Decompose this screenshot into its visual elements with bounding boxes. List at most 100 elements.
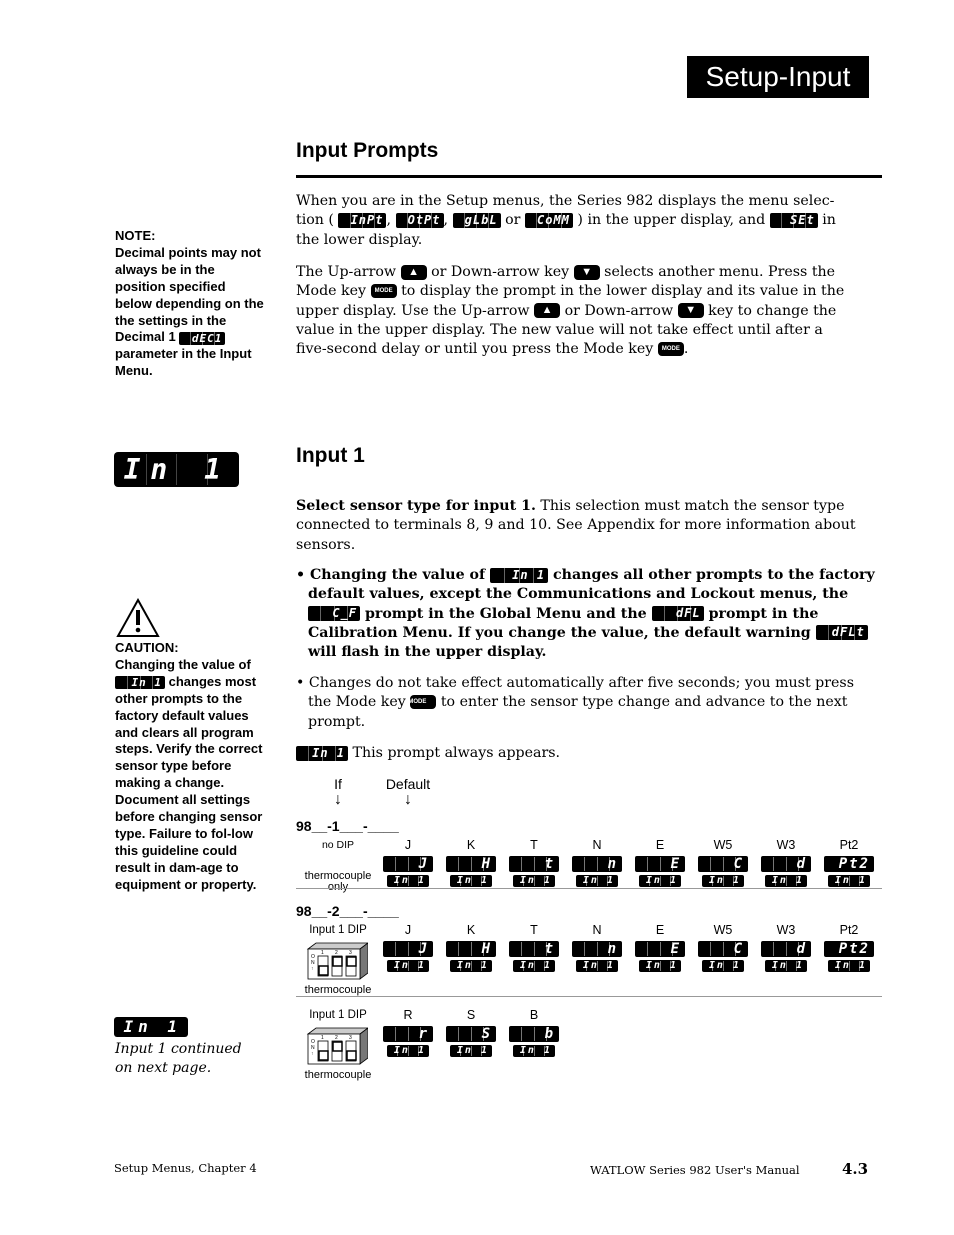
text: or Down-arrow xyxy=(564,302,674,319)
lower-display: In 1 xyxy=(576,875,618,887)
footer-manual-title: WATLOW Series 982 User's Manual xyxy=(590,1163,800,1177)
text: When you are in the Setup menus, the Ser… xyxy=(296,193,835,209)
bullet-default-values: • Changing the value of In 1 changes all… xyxy=(296,566,882,662)
sensor-type-label: E xyxy=(655,838,665,852)
upper-display: d xyxy=(761,941,811,957)
sensor-type-label: T xyxy=(530,838,538,852)
dip-switch-icon: ON↑1 2 3 xyxy=(306,942,368,980)
svg-text:2: 2 xyxy=(335,950,338,956)
text: , xyxy=(443,212,449,229)
upper-display: S xyxy=(446,1026,496,1042)
lower-display: In 1 xyxy=(765,960,807,972)
lower-display: In 1 xyxy=(765,875,807,887)
text: selects another menu. Press the xyxy=(604,264,836,280)
text: in xyxy=(822,212,836,229)
sensor-type-label: K xyxy=(466,923,476,937)
lcd-comm: CoMM xyxy=(524,212,573,228)
caution-text: Changing the value of xyxy=(115,656,251,672)
upper-display: Pt2 xyxy=(824,856,874,872)
svg-text:1: 1 xyxy=(321,1035,324,1041)
upper-display: d xyxy=(761,856,811,872)
lower-display: In 1 xyxy=(639,960,681,972)
lcd-dec1: dEC1 xyxy=(179,331,226,345)
sensor-type-label: E xyxy=(655,923,665,937)
text: prompt in the Global Menu and the xyxy=(364,605,647,622)
text: tion ( xyxy=(296,212,334,229)
upper-display: n xyxy=(572,856,622,872)
upper-display: J xyxy=(383,941,433,957)
up-arrow-key-icon: ▲ xyxy=(400,264,427,280)
footer-chapter: Setup Menus, Chapter 4 xyxy=(114,1161,257,1175)
sensor-type-label: W5 xyxy=(713,838,733,852)
dip-switch-icon: ON↑1 2 3 xyxy=(306,1027,368,1065)
group-divider xyxy=(296,996,882,997)
sensor-type-label: W3 xyxy=(776,838,796,852)
sensor-type-label: S xyxy=(466,1008,476,1022)
text: Mode key xyxy=(296,283,367,300)
menu-selection-paragraph: When you are in the Setup menus, the Ser… xyxy=(296,192,886,250)
model-number: 98__-2___-____ xyxy=(296,903,399,919)
sensor-type-label: J xyxy=(404,923,412,937)
lower-display: In 1 xyxy=(387,1045,429,1057)
lower-display: In 1 xyxy=(450,1045,492,1057)
upper-display: H xyxy=(446,856,496,872)
text: The Up-arrow xyxy=(296,264,397,280)
text: , xyxy=(386,212,391,229)
mode-key-icon: MODE xyxy=(370,284,397,299)
lower-display: In 1 xyxy=(513,960,555,972)
svg-text:3: 3 xyxy=(349,950,352,956)
lower-display: In 1 xyxy=(450,875,492,887)
sensor-type-label: K xyxy=(466,838,476,852)
sensor-type-label: J xyxy=(404,838,412,852)
lcd-in1: In 1 xyxy=(115,675,165,689)
lower-display: In 1 xyxy=(828,875,870,887)
dip-label: no DIP xyxy=(321,839,355,851)
upper-display: E xyxy=(635,941,685,957)
lcd-dfl: dFL xyxy=(651,606,704,622)
lower-display: In 1 xyxy=(450,960,492,972)
group-divider xyxy=(296,888,882,889)
heading-rule xyxy=(296,175,882,178)
input1-intro: Select sensor type for input 1. This sel… xyxy=(296,497,886,555)
note-sidebar: NOTE: Decimal points may not always be i… xyxy=(115,228,265,380)
text: • Changing the value of xyxy=(296,567,486,583)
input-prompts-heading: Input Prompts xyxy=(296,139,439,162)
upper-display: t xyxy=(509,941,559,957)
svg-text:1: 1 xyxy=(321,950,324,956)
lower-display: In 1 xyxy=(702,875,744,887)
svg-text:3: 3 xyxy=(349,1035,352,1041)
text: key to change the xyxy=(708,302,837,319)
dip-label: Input 1 DIP xyxy=(309,924,367,936)
if-label: If xyxy=(334,776,342,792)
upper-display: r xyxy=(383,1026,433,1042)
lcd-c-f: C_F xyxy=(308,606,360,622)
always-appears-line: In 1 This prompt always appears. xyxy=(296,744,886,763)
text: five-second delay or until you press the… xyxy=(296,341,654,358)
text: . xyxy=(683,341,689,358)
sensor-type-label: W5 xyxy=(713,923,733,937)
upper-display: b xyxy=(509,1026,559,1042)
bullet-mode-key: • Changes do not take effect automatical… xyxy=(296,674,866,732)
text: will flash in the upper display. xyxy=(308,644,547,661)
sensor-type-label: Pt2 xyxy=(839,923,859,937)
arrow-down-icon: ↓ xyxy=(404,791,412,808)
svg-text:↑: ↑ xyxy=(311,1051,314,1057)
lower-display: In 1 xyxy=(513,875,555,887)
input1-heading: Input 1 xyxy=(296,444,365,467)
caution-label: CAUTION: xyxy=(115,640,179,655)
note-label: NOTE: xyxy=(115,228,156,243)
default-label: Default xyxy=(385,776,431,792)
upper-display: C xyxy=(698,856,748,872)
note-text: parameter in the Input Menu. xyxy=(115,346,252,379)
note-text: Decimal points may not always be in the … xyxy=(115,244,264,345)
text: upper display. Use the Up-arrow xyxy=(296,302,530,319)
caution-text: changes most other prompts to the factor… xyxy=(115,673,263,892)
sensor-type-label: W3 xyxy=(776,923,796,937)
sensor-type-label: B xyxy=(529,1008,539,1022)
continued-note: Input 1 continued on next page. xyxy=(115,1041,242,1076)
upper-display: E xyxy=(635,856,685,872)
sensor-class-label: thermocouple xyxy=(304,984,372,996)
text: This prompt always appears. xyxy=(352,745,561,761)
sensor-class-label: thermocouple only xyxy=(304,870,372,893)
lower-display: In 1 xyxy=(828,960,870,972)
